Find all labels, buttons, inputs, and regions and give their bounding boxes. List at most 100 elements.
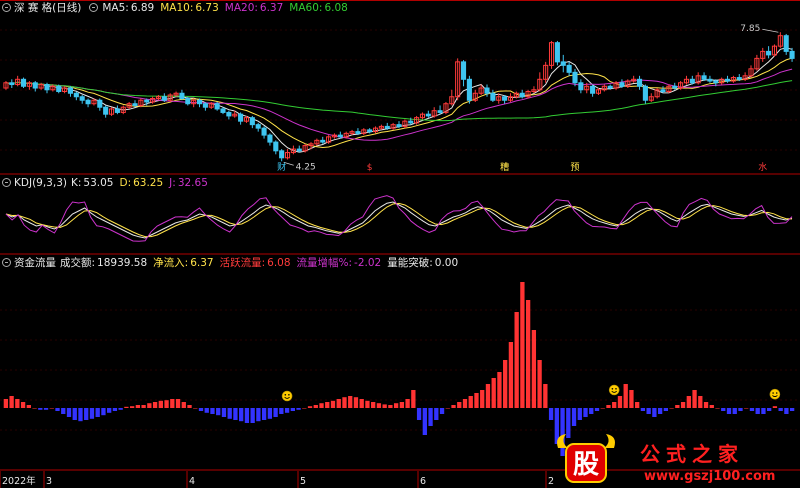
candle-body[interactable] [144,99,150,103]
fund-flow-bar[interactable] [239,408,244,422]
fund-flow-bar[interactable] [784,408,789,414]
candle-body[interactable] [296,148,302,152]
fund-flow-bar[interactable] [669,408,674,409]
collapse-icon[interactable] [2,3,11,12]
fund-flow-bar[interactable] [393,403,399,408]
fund-flow-bar[interactable] [537,360,542,408]
fund-flow-bar[interactable] [703,402,709,408]
fund-flow-bar[interactable] [319,403,324,408]
fund-flow-bar[interactable] [514,312,519,408]
fund-flow-bar[interactable] [571,408,577,426]
fund-flow-bar[interactable] [503,360,508,408]
candle-body[interactable] [226,111,232,117]
fund-flow-bar[interactable] [141,405,146,408]
fund-flow-bar[interactable] [428,408,433,426]
event-mark[interactable]: 财 [277,161,286,173]
fund-flow-bar[interactable] [216,408,221,416]
fund-flow-bar[interactable] [187,405,192,408]
fund-flow-bar[interactable] [623,384,628,408]
fund-flow-bar[interactable] [152,402,158,408]
event-mark[interactable]: $ [367,163,373,173]
fund-flow-bar[interactable] [525,300,531,408]
fund-flow-bar[interactable] [158,400,163,408]
fund-flow-bar[interactable] [336,399,341,408]
fund-flow-bar[interactable] [594,408,600,411]
candle-body[interactable] [554,42,560,63]
fund-flow-bar[interactable] [348,396,353,408]
candle-body[interactable] [238,113,244,122]
fund-flow-bar[interactable] [72,408,77,420]
fund-flow-bar[interactable] [78,408,83,422]
fund-flow-bar[interactable] [38,408,43,410]
fund-flow-bar[interactable] [411,390,416,408]
fund-flow-bar[interactable] [583,408,588,417]
candle-body[interactable] [396,124,402,127]
fund-flow-bar[interactable] [376,403,382,408]
candle-body[interactable] [214,103,220,110]
candle-body[interactable] [490,92,496,101]
fund-flow-bar[interactable] [497,372,502,408]
candle-body[interactable] [384,125,390,129]
candle-body[interactable] [460,61,467,80]
candle-body[interactable] [566,64,572,73]
fund-flow-bar[interactable] [617,396,623,408]
fund-flow-bar[interactable] [726,408,732,414]
fund-flow-bar[interactable] [451,405,456,408]
fund-flow-bar[interactable] [416,408,422,420]
fund-flow-bar[interactable] [3,399,9,408]
fund-flow-bar[interactable] [761,408,766,414]
candle-body[interactable] [185,97,191,105]
fund-flow-bar[interactable] [118,408,123,410]
fund-flow-bar[interactable] [365,400,370,408]
candle-body[interactable] [103,106,109,115]
candle-body[interactable] [161,96,167,101]
fund-flow-bar[interactable] [744,408,749,409]
fund-flow-bar[interactable] [244,408,250,423]
candle-body[interactable] [202,103,208,108]
fund-flow-bar[interactable] [233,408,238,420]
candle-body[interactable] [355,131,361,134]
candle-body[interactable] [196,99,203,105]
fund-flow-bar[interactable] [382,404,387,408]
fund-flow-bar[interactable] [548,408,554,420]
fund-flow-bar[interactable] [612,402,617,408]
fund-flow-bar[interactable] [646,408,651,414]
fund-flow-bar[interactable] [531,330,537,408]
candle-body[interactable] [132,103,138,106]
candle-body[interactable] [724,78,731,82]
candle-body[interactable] [261,127,267,136]
candle-body[interactable] [44,84,50,91]
fund-flow-bar[interactable] [15,399,20,408]
fund-flow-bar[interactable] [20,402,26,408]
fund-flow-bar[interactable] [434,408,439,420]
event-mark[interactable]: 糟 [500,161,509,173]
fund-flow-bar[interactable] [164,400,169,408]
candle-body[interactable] [220,108,226,113]
fund-flow-bar[interactable] [709,405,714,408]
candle-body[interactable] [560,61,566,66]
fund-flow-bar[interactable] [261,408,267,420]
fund-flow-bar[interactable] [273,408,278,417]
fund-flow-bar[interactable] [686,396,691,408]
fund-flow-bar[interactable] [227,408,232,419]
candle-body[interactable] [502,96,508,101]
fund-flow-bar[interactable] [789,408,795,411]
fund-flow-bar[interactable] [204,408,209,413]
fund-flow-bar[interactable] [675,405,680,408]
fund-flow-bar[interactable] [135,405,141,408]
fund-flow-bar[interactable] [491,378,496,408]
fund-flow-bar[interactable] [89,408,95,419]
fund-flow-bar[interactable] [250,408,255,423]
fund-flow-bar[interactable] [9,396,14,408]
fund-flow-bar[interactable] [663,408,669,411]
fund-flow-bar[interactable] [307,406,313,408]
fund-flow-bar[interactable] [107,408,112,413]
candle-body[interactable] [79,96,85,101]
fund-flow-bar[interactable] [129,406,135,408]
fund-flow-bar[interactable] [508,342,514,408]
fund-flow-bar[interactable] [95,408,100,417]
candle-body[interactable] [179,92,185,99]
candle-body[interactable] [713,80,719,84]
candle-body[interactable] [367,129,373,133]
candle-body[interactable] [279,150,285,159]
